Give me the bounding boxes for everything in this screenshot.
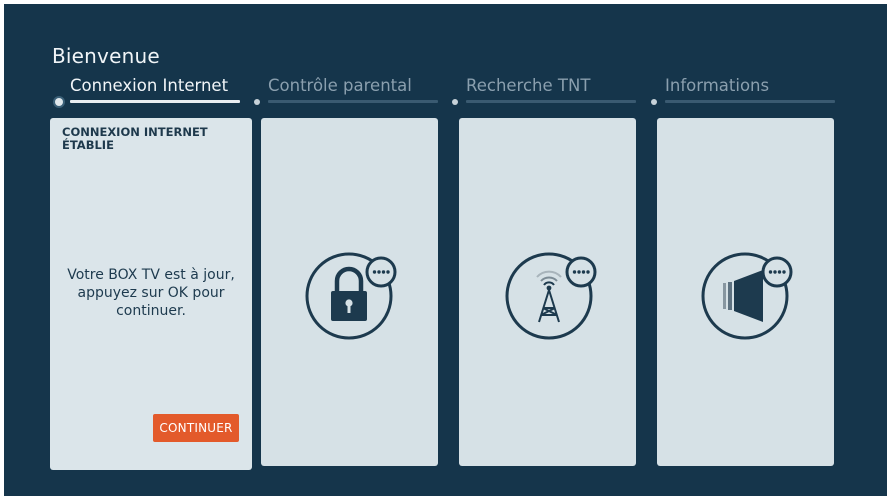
step-progress-bar xyxy=(466,100,636,103)
page-title: Bienvenue xyxy=(52,44,160,68)
step-progress-bar xyxy=(665,100,835,103)
card-recherche-tnt[interactable] xyxy=(459,118,636,466)
step-label: Informations xyxy=(665,76,770,95)
card-message: Votre BOX TV est à jour, appuyez sur OK … xyxy=(67,267,235,319)
antenna-tower-icon xyxy=(505,252,597,340)
setup-screen: Bienvenue Connexion Internet Contrôle pa… xyxy=(4,4,887,496)
step-label: Contrôle parental xyxy=(268,76,412,95)
card-connexion-internet[interactable]: CONNEXION INTERNET ÉTABLIE Votre BOX TV … xyxy=(50,118,252,470)
step-label: Connexion Internet xyxy=(70,76,229,95)
card-informations[interactable] xyxy=(657,118,834,466)
step-indicator-dot xyxy=(452,99,458,105)
step-label: Recherche TNT xyxy=(466,76,591,95)
step-progress-bar xyxy=(268,100,438,103)
step-indicator-dot xyxy=(651,99,657,105)
card-controle-parental[interactable] xyxy=(261,118,438,466)
padlock-icon xyxy=(305,252,397,340)
step-informations[interactable]: Informations xyxy=(651,76,845,106)
step-indicator-dot xyxy=(254,99,260,105)
card-heading: CONNEXION INTERNET ÉTABLIE xyxy=(62,125,208,152)
continue-button[interactable]: CONTINUER xyxy=(153,414,239,442)
speaker-icon xyxy=(701,252,793,340)
step-connexion-internet[interactable]: Connexion Internet xyxy=(55,76,250,106)
step-controle-parental[interactable]: Contrôle parental xyxy=(254,76,448,106)
step-progress-bar xyxy=(70,100,240,103)
step-indicator-dot xyxy=(55,98,63,106)
step-recherche-tnt[interactable]: Recherche TNT xyxy=(452,76,646,106)
